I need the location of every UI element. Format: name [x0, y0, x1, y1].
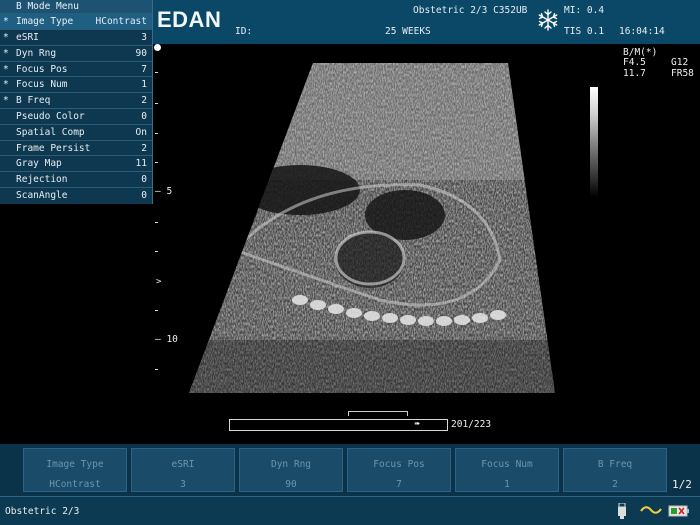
exam-preset: Obstetric 2/3 C352UB	[413, 5, 528, 16]
softkey-value: 2	[612, 479, 618, 490]
wave-icon	[640, 506, 662, 514]
softkey-dyn-rng[interactable]: Dyn Rng 90	[239, 448, 343, 492]
depth-tick	[155, 310, 158, 311]
menu-item-value: 11	[135, 158, 147, 170]
softkey-value: 7	[396, 479, 402, 490]
edan-logo: EDAN	[157, 7, 222, 32]
softkey-esri[interactable]: eSRI 3	[131, 448, 235, 492]
probe-orientation-marker	[154, 44, 161, 51]
gestational-age: 25 WEEKS	[385, 26, 431, 37]
menu-item-gray-map[interactable]: Gray Map 11	[0, 155, 152, 171]
menu-item-label: Rejection	[16, 174, 68, 186]
menu-item-pseudo-color[interactable]: Pseudo Color 0	[0, 107, 152, 124]
menu-item-b-freq[interactable]: * B Freq 2	[0, 92, 152, 108]
frequency-readout: F4.5	[623, 57, 646, 68]
cine-play-arrow-icon[interactable]: ➠	[414, 419, 420, 431]
menu-item-value: 0	[141, 174, 147, 186]
menu-item-frame-persist[interactable]: Frame Persist 2	[0, 139, 152, 156]
cine-frame-counter: 201/223	[451, 419, 492, 430]
softkey-value: 1	[504, 479, 510, 490]
softkey-label: Focus Pos	[373, 459, 425, 470]
depth-readout: 11.7	[623, 68, 646, 79]
menu-item-rejection[interactable]: Rejection 0	[0, 171, 152, 187]
header-bar: EDAN ID: Obstetric 2/3 C352UB 25 WEEKS M…	[153, 0, 700, 44]
thermal-index: TIS 0.1	[564, 26, 605, 37]
menu-star: *	[3, 95, 9, 107]
menu-item-image-type[interactable]: * Image Type HContrast	[0, 13, 152, 29]
menu-star: *	[3, 16, 9, 27]
gain-readout: G12	[671, 57, 689, 68]
menu-item-label: Gray Map	[16, 158, 62, 170]
depth-tick	[155, 369, 158, 370]
menu-star: *	[3, 79, 9, 91]
depth-label-10: – 10	[155, 334, 178, 345]
softkey-label: Dyn Rng	[270, 459, 312, 470]
menu-item-spatial-comp[interactable]: Spatial Comp On	[0, 123, 152, 140]
grayscale-bar	[590, 87, 598, 197]
clock: 16:04:14	[619, 26, 665, 37]
menu-item-label: Frame Persist	[16, 142, 91, 154]
menu-item-focus-num[interactable]: * Focus Num 1	[0, 76, 152, 92]
menu-item-label: Dyn Rng	[16, 47, 57, 59]
battery-icon	[668, 505, 689, 517]
menu-item-label: ScanAngle	[16, 189, 68, 201]
frame-rate-readout: FR58	[671, 68, 694, 79]
softkey-focus-num[interactable]: Focus Num 1	[455, 448, 559, 492]
softkey-value: 90	[285, 479, 297, 490]
snowflake-icon	[538, 9, 558, 31]
menu-item-value: 2	[141, 142, 147, 154]
depth-tick	[155, 133, 158, 134]
menu-item-value: On	[135, 126, 147, 138]
softkey-b-freq[interactable]: B Freq 2	[563, 448, 667, 492]
menu-item-label: B Freq	[16, 95, 51, 107]
menu-item-value: 2	[141, 95, 147, 107]
menu-item-label: Focus Pos	[16, 63, 68, 75]
softkey-label: eSRI	[171, 459, 195, 470]
depth-tick	[155, 162, 158, 163]
depth-tick	[155, 251, 158, 252]
softkey-label: Focus Num	[481, 459, 533, 470]
menu-item-value: 1	[141, 79, 147, 91]
depth-tick	[155, 103, 158, 104]
menu-item-value: 0	[141, 189, 147, 201]
menu-star: *	[3, 32, 9, 43]
status-bar: Obstetric 2/3	[0, 496, 700, 525]
focus-marker[interactable]: >	[156, 277, 161, 287]
menu-item-label: Pseudo Color	[16, 110, 85, 122]
b-mode-menu: B Mode Menu * Image Type HContrast * eSR…	[0, 0, 153, 204]
softkey-label: Image Type	[46, 459, 104, 470]
softkey-page-indicator[interactable]: 1/2	[672, 478, 692, 491]
softkey-focus-pos[interactable]: Focus Pos 7	[347, 448, 451, 492]
menu-star: *	[3, 63, 9, 75]
menu-item-focus-pos[interactable]: * Focus Pos 7	[0, 60, 152, 77]
menu-item-label: Spatial Comp	[16, 126, 85, 138]
menu-item-label: Focus Num	[16, 79, 68, 91]
softkey-label: B Freq	[597, 459, 633, 470]
patient-id-label[interactable]: ID:	[235, 26, 252, 37]
mechanical-index: MI: 0.4	[564, 5, 605, 16]
menu-item-value: 90	[135, 47, 147, 59]
softkey-value: HContrast	[49, 479, 101, 490]
softkey-bar: Image Type HContrast eSRI 3 Dyn Rng 90 F…	[0, 444, 700, 496]
usb-icon	[618, 503, 626, 519]
menu-item-label: Image Type	[16, 16, 74, 27]
status-exam-text: Obstetric 2/3	[5, 506, 80, 517]
menu-item-scan-angle[interactable]: ScanAngle 0	[0, 186, 152, 203]
menu-item-label: eSRI	[16, 32, 39, 43]
depth-label-5: – 5	[155, 186, 173, 197]
menu-item-value: 0	[141, 110, 147, 122]
menu-item-value: 7	[141, 63, 147, 75]
menu-item-dyn-rng[interactable]: * Dyn Rng 90	[0, 44, 152, 61]
menu-title: B Mode Menu	[0, 0, 152, 13]
softkey-value: 3	[180, 479, 186, 490]
depth-tick	[155, 222, 158, 223]
softkey-image-type[interactable]: Image Type HContrast	[23, 448, 127, 492]
menu-star: *	[3, 47, 9, 59]
menu-item-esri[interactable]: * eSRI 3	[0, 29, 152, 45]
menu-item-value: 3	[141, 32, 147, 43]
cine-range-bracket	[348, 411, 408, 416]
depth-tick	[155, 72, 158, 73]
menu-item-value: HContrast	[95, 16, 147, 27]
